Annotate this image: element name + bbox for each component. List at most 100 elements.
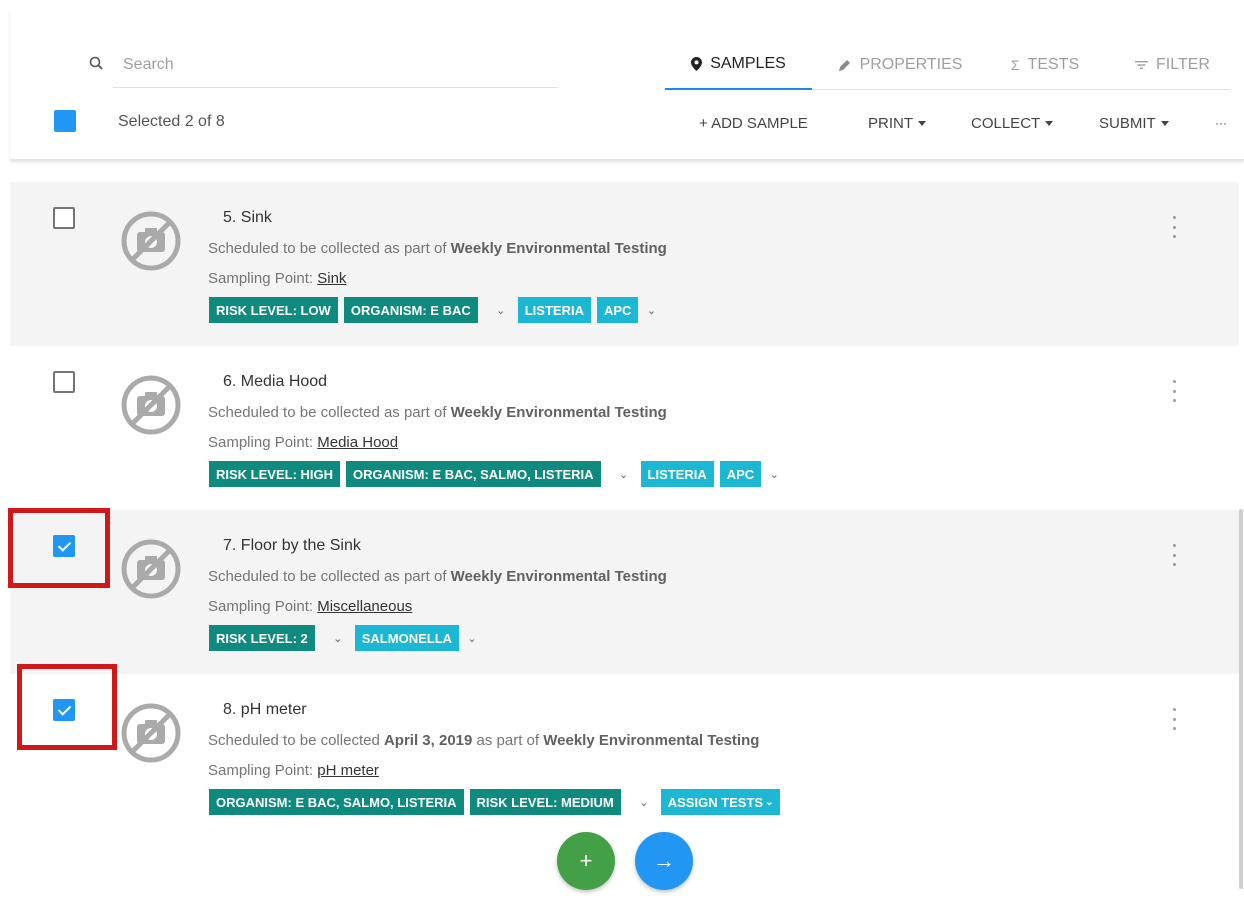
assign-tests-label: ASSIGN TESTS — [667, 794, 764, 810]
kebab-menu-icon[interactable] — [1168, 216, 1180, 238]
schedule-text: Scheduled to be collected as part of Wee… — [208, 568, 667, 585]
schedule-text: Scheduled to be collected as part of Wee… — [208, 404, 667, 421]
sampling-point: Sampling Point: pH meter — [208, 762, 379, 779]
schedule-text: Scheduled to be collected April 3, 2019 … — [208, 732, 759, 749]
sampling-point-label: Sampling Point: — [208, 270, 314, 287]
test-chip: LISTERIA — [517, 297, 591, 323]
plus-icon: + — [579, 848, 593, 873]
row-checkbox[interactable] — [53, 371, 75, 393]
tag-chips: RISK LEVEL: HIGH ORGANISM: E BAC, SALMO,… — [209, 461, 781, 487]
tag-chip: RISK LEVEL: LOW — [209, 297, 338, 323]
print-dropdown[interactable]: PRINT — [868, 110, 926, 136]
list-item[interactable]: 7. Floor by the Sink Scheduled to be col… — [10, 510, 1239, 674]
test-chip: SALMONELLA — [354, 625, 460, 651]
sampling-point-label: Sampling Point: — [208, 434, 314, 451]
no-photo-icon — [121, 211, 181, 271]
submit-dropdown[interactable]: SUBMIT — [1099, 110, 1169, 136]
filter-lines-icon — [1135, 61, 1149, 69]
more-label: ··· — [1215, 116, 1227, 130]
next-fab-button[interactable]: → — [635, 832, 693, 890]
sampling-point-label: Sampling Point: — [208, 762, 314, 779]
sampling-point: Sampling Point: Sink — [208, 270, 346, 287]
caret-down-icon — [1045, 120, 1054, 126]
view-tabs: SAMPLES PROPERTIES Σ TESTS FILTER — [665, 40, 1230, 90]
tab-properties[interactable]: PROPERTIES — [830, 40, 970, 90]
kebab-menu-icon[interactable] — [1168, 708, 1180, 730]
sample-title: 6. Media Hood — [223, 373, 328, 390]
caret-down-icon — [918, 120, 926, 126]
select-all-checkbox[interactable] — [54, 110, 76, 132]
tab-filter[interactable]: FILTER — [1120, 40, 1225, 90]
schedule-plan: Weekly Environmental Testing — [543, 732, 760, 749]
chevron-down-icon[interactable]: ⌄ — [465, 632, 479, 645]
schedule-prefix: Scheduled to be collected as part of — [208, 404, 447, 421]
test-chip: LISTERIA — [640, 461, 714, 487]
list-item[interactable]: 8. pH meter Scheduled to be collected Ap… — [10, 674, 1239, 838]
sample-title: 8. pH meter — [223, 701, 307, 718]
sampling-point: Sampling Point: Miscellaneous — [208, 598, 412, 615]
chevron-down-icon[interactable]: ⌄ — [484, 304, 518, 317]
tag-chip: RISK LEVEL: HIGH — [209, 461, 341, 487]
list-item[interactable]: 6. Media Hood Scheduled to be collected … — [10, 346, 1239, 510]
sampling-point: Sampling Point: Media Hood — [208, 434, 398, 451]
add-fab-button[interactable]: + — [557, 832, 615, 890]
tag-chip: ORGANISM: E BAC, SALMO, LISTERIA — [209, 789, 464, 815]
kebab-menu-icon[interactable] — [1168, 380, 1180, 402]
schedule-prefix: Scheduled to be collected — [208, 732, 380, 749]
tag-chip: RISK LEVEL: MEDIUM — [469, 789, 621, 815]
tab-label: PROPERTIES — [859, 56, 963, 73]
tab-tests[interactable]: Σ TESTS — [995, 40, 1095, 90]
sample-list: 5. Sink Scheduled to be collected as par… — [10, 182, 1239, 838]
submit-label: SUBMIT — [1099, 114, 1156, 132]
tab-samples[interactable]: SAMPLES — [665, 40, 812, 90]
schedule-plan: Weekly Environmental Testing — [450, 240, 667, 257]
sampling-point-link[interactable]: Sink — [317, 270, 346, 287]
tag-chip: RISK LEVEL: 2 — [209, 625, 315, 651]
assign-tests-button[interactable]: ASSIGN TESTS ⌄ — [660, 789, 781, 815]
chevron-down-icon[interactable]: ⌄ — [607, 468, 641, 481]
schedule-plan: Weekly Environmental Testing — [450, 404, 667, 421]
chevron-down-icon[interactable]: ⌄ — [767, 468, 781, 481]
more-actions-button[interactable]: ··· — [1215, 110, 1227, 136]
kebab-menu-icon[interactable] — [1168, 544, 1180, 566]
arrow-right-icon: → — [653, 848, 675, 873]
tab-label: FILTER — [1156, 56, 1210, 73]
schedule-plan: Weekly Environmental Testing — [450, 568, 667, 585]
search-icon — [89, 56, 103, 70]
collect-dropdown[interactable]: COLLECT — [971, 110, 1054, 136]
add-sample-label: + ADD SAMPLE — [699, 114, 808, 132]
schedule-date: April 3, 2019 — [383, 732, 473, 749]
chevron-down-icon[interactable]: ⌄ — [644, 304, 658, 317]
tab-label: TESTS — [1027, 56, 1080, 73]
tag-chips: RISK LEVEL: LOW ORGANISM: E BAC ⌄ LISTER… — [209, 297, 658, 323]
scrollbar[interactable] — [1239, 509, 1243, 889]
highlight-box — [8, 508, 110, 588]
sampling-point-link[interactable]: pH meter — [317, 762, 379, 779]
sampling-point-link[interactable]: Miscellaneous — [317, 598, 412, 615]
sampling-point-link[interactable]: Media Hood — [317, 434, 398, 451]
test-chip: APC — [596, 297, 639, 323]
test-chip: APC — [719, 461, 762, 487]
chevron-down-icon[interactable]: ⌄ — [627, 796, 661, 809]
list-item[interactable]: 5. Sink Scheduled to be collected as par… — [10, 182, 1239, 346]
tag-chips: RISK LEVEL: 2 ⌄ SALMONELLA ⌄ — [209, 625, 479, 651]
add-sample-button[interactable]: + ADD SAMPLE — [699, 110, 808, 136]
no-photo-icon — [121, 703, 181, 763]
schedule-prefix: Scheduled to be collected as part of — [208, 568, 447, 585]
no-photo-icon — [121, 375, 181, 435]
map-pin-icon — [691, 57, 703, 71]
schedule-mid: as part of — [476, 732, 540, 749]
collect-label: COLLECT — [971, 114, 1041, 132]
sigma-icon: Σ — [1010, 57, 1020, 73]
schedule-prefix: Scheduled to be collected as part of — [208, 240, 447, 257]
print-label: PRINT — [868, 114, 913, 132]
caret-down-icon — [1160, 120, 1169, 126]
no-photo-icon — [121, 539, 181, 599]
chevron-down-icon[interactable]: ⌄ — [321, 632, 355, 645]
row-checkbox[interactable] — [53, 207, 75, 229]
selection-count: Selected 2 of 8 — [118, 113, 225, 130]
tab-label: SAMPLES — [710, 55, 786, 72]
sample-title: 5. Sink — [223, 209, 272, 226]
search-input[interactable] — [113, 42, 558, 88]
sampling-point-label: Sampling Point: — [208, 598, 314, 615]
